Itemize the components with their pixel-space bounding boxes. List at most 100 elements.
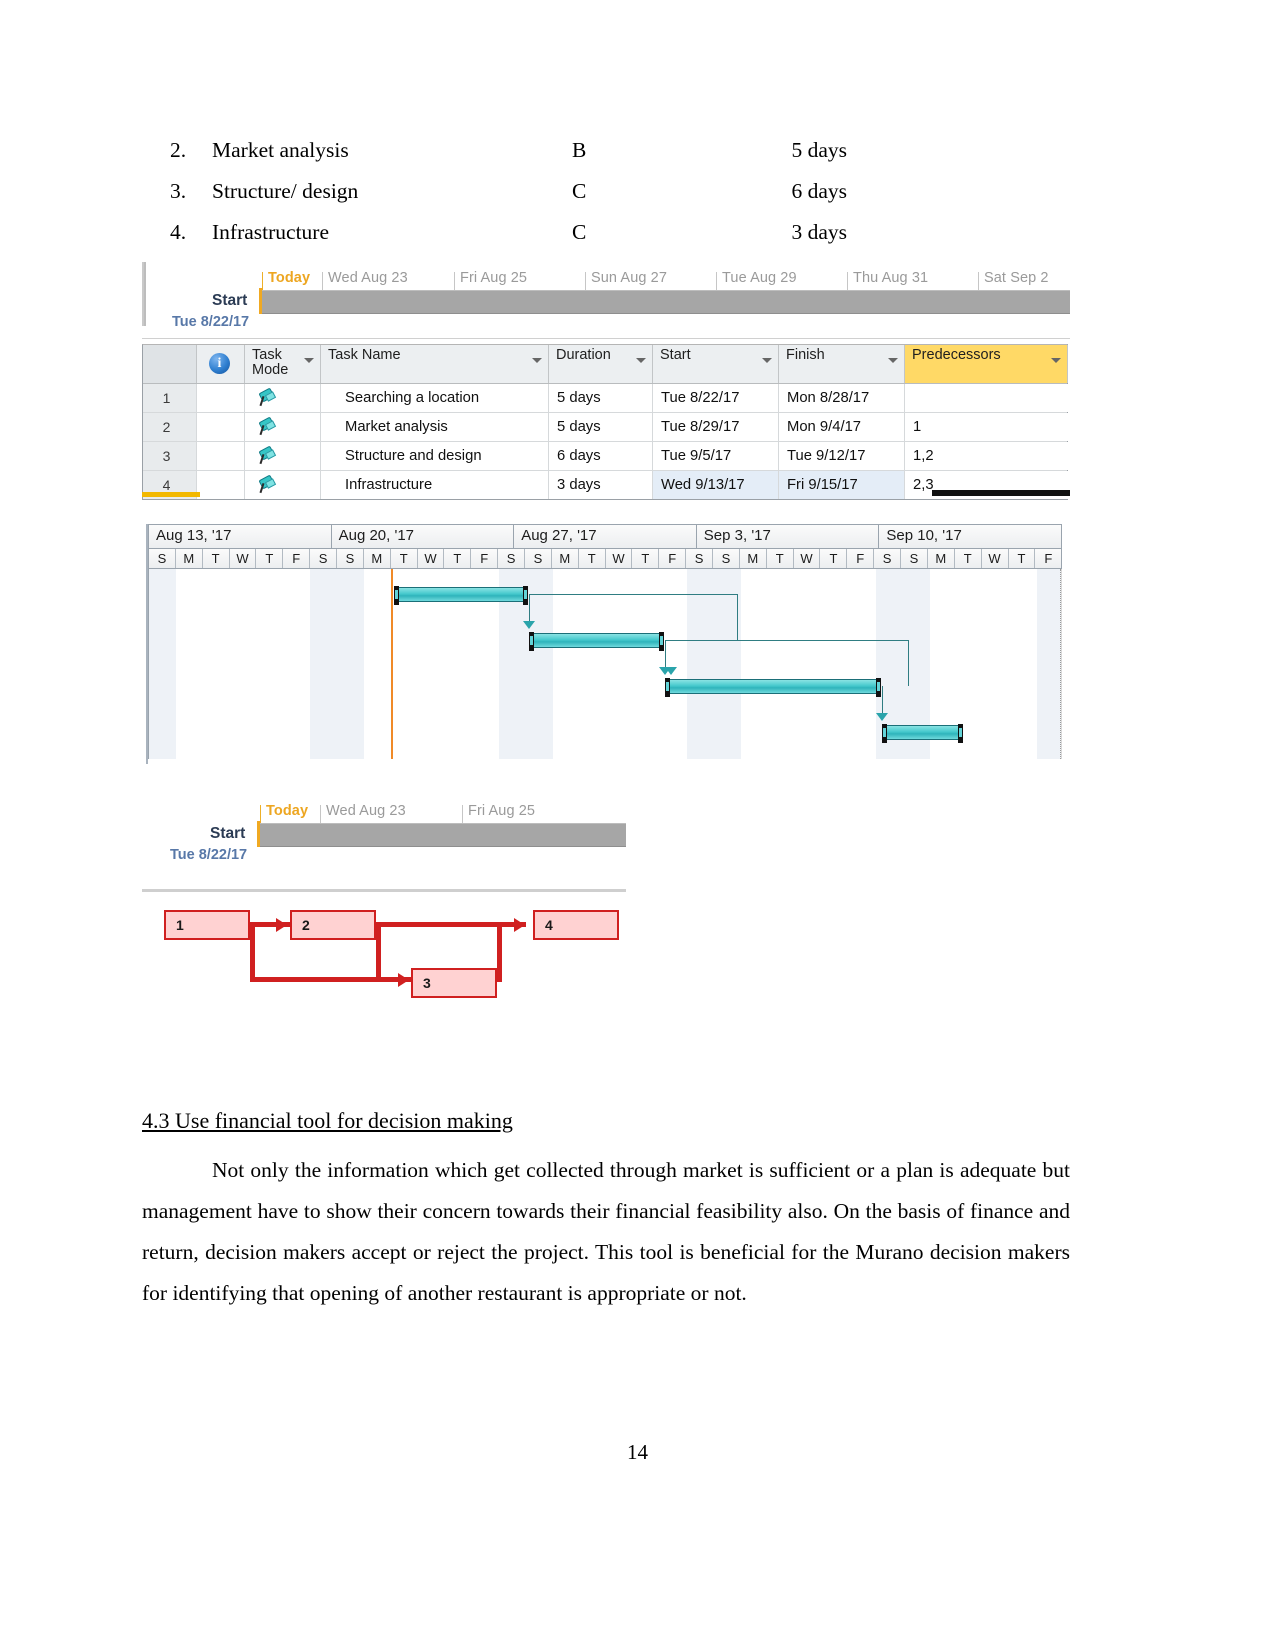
network-node-4[interactable]: 4 xyxy=(533,910,619,940)
row-finish[interactable]: Mon 9/4/17 xyxy=(779,413,905,441)
timeline-tick-today: Today xyxy=(262,270,310,290)
project-timeline-bottom: Today Wed Aug 23 Fri Aug 25 Start Tue 8/… xyxy=(142,795,626,863)
gantt-day-label: T xyxy=(632,549,660,568)
edge-2-3-vertical xyxy=(376,922,381,982)
list-item-name: Market analysis xyxy=(212,138,349,162)
list-item-predecessor: B xyxy=(572,138,587,162)
gantt-bar-task-4[interactable] xyxy=(882,724,963,743)
gantt-plot-area[interactable] xyxy=(148,569,1062,759)
section-paragraph: Not only the information which get colle… xyxy=(142,1158,1070,1305)
row-duration[interactable]: 5 days xyxy=(549,384,653,412)
column-header-task-mode[interactable]: Task Mode xyxy=(245,345,321,383)
row-indicator-cell[interactable] xyxy=(197,384,245,412)
gantt-week-label: Aug 13, '17 xyxy=(149,525,332,548)
gantt-day-label: T xyxy=(203,549,230,568)
table-row[interactable]: 3 Structure and design 6 days Tue 9/5/17… xyxy=(143,442,1068,471)
timeline-span-bar[interactable] xyxy=(260,823,626,847)
network-node-2[interactable]: 2 xyxy=(290,910,376,940)
column-header-id[interactable] xyxy=(143,345,197,383)
chevron-down-icon[interactable] xyxy=(636,358,646,363)
row-duration[interactable]: 5 days xyxy=(549,413,653,441)
row-task-mode[interactable] xyxy=(245,471,321,499)
row-task-mode[interactable] xyxy=(245,413,321,441)
list-item-predecessor: C xyxy=(572,179,587,203)
gantt-day-label: W xyxy=(794,549,821,568)
row-task-name[interactable]: Structure and design xyxy=(321,442,549,470)
row-start[interactable]: Tue 9/5/17 xyxy=(653,442,779,470)
grid-bottom-bar xyxy=(932,490,1070,496)
row-finish[interactable]: Mon 8/28/17 xyxy=(779,384,905,412)
gantt-day-label: W xyxy=(230,549,257,568)
gantt-day-label: T xyxy=(820,549,848,568)
edge-3-4-vertical xyxy=(497,922,502,982)
column-header-duration[interactable]: Duration xyxy=(549,345,653,383)
gantt-bar-task-3[interactable] xyxy=(665,678,881,697)
row-indicator-cell[interactable] xyxy=(197,442,245,470)
column-header-task-name[interactable]: Task Name xyxy=(321,345,549,383)
gantt-day-label: F xyxy=(283,549,311,568)
network-node-1[interactable]: 1 xyxy=(164,910,250,940)
table-row[interactable]: 2 Market analysis 5 days Tue 8/29/17 Mon… xyxy=(143,413,1068,442)
row-id[interactable]: 3 xyxy=(143,442,197,470)
gantt-day-label: F xyxy=(659,549,687,568)
timeline-start-row: Start xyxy=(142,821,626,847)
chevron-down-icon[interactable] xyxy=(304,358,314,363)
row-task-name[interactable]: Searching a location xyxy=(321,384,549,412)
timeline-span-bar[interactable] xyxy=(262,290,1070,314)
network-node-3[interactable]: 3 xyxy=(411,968,497,998)
row-duration[interactable]: 3 days xyxy=(549,471,653,499)
row-task-mode[interactable] xyxy=(245,442,321,470)
gantt-bar-task-1[interactable] xyxy=(394,586,528,605)
column-header-predecessors[interactable]: Predecessors xyxy=(905,345,1068,383)
row-duration[interactable]: 6 days xyxy=(549,442,653,470)
row-predecessors[interactable]: 1,2 xyxy=(905,442,1068,470)
table-row[interactable]: 1 Searching a location 5 days Tue 8/22/1… xyxy=(143,384,1068,413)
gantt-inner: Aug 13, '17 Aug 20, '17 Aug 27, '17 Sep … xyxy=(146,524,1062,764)
row-indicator-cell[interactable] xyxy=(197,413,245,441)
timeline-tick: Sat Sep 2 xyxy=(978,270,1049,292)
timeline-start-label: Start xyxy=(212,292,248,309)
column-header-finish[interactable]: Finish xyxy=(779,345,905,383)
row-finish[interactable]: Tue 9/12/17 xyxy=(779,442,905,470)
chevron-down-icon[interactable] xyxy=(532,358,542,363)
list-item: 4. Infrastructure C 3 days xyxy=(170,220,1090,261)
link-line xyxy=(665,640,908,641)
row-task-name[interactable]: Market analysis xyxy=(321,413,549,441)
timeline-tick: Thu Aug 31 xyxy=(847,270,928,292)
gantt-right-edge xyxy=(1060,569,1061,759)
column-header-label: Task Name xyxy=(328,347,401,363)
list-item-duration: 5 days xyxy=(791,138,847,162)
row-task-mode[interactable] xyxy=(245,384,321,412)
timeline-start-date: Tue 8/22/17 xyxy=(170,847,248,863)
gantt-day-label: S xyxy=(498,549,526,568)
edge-1-3-horizontal xyxy=(250,977,418,982)
column-header-start[interactable]: Start xyxy=(653,345,779,383)
row-start[interactable]: Tue 8/29/17 xyxy=(653,413,779,441)
column-header-label: Finish xyxy=(786,347,825,363)
gantt-day-label: T xyxy=(955,549,982,568)
link-line xyxy=(529,594,737,595)
row-start[interactable]: Wed 9/13/17 xyxy=(653,471,779,499)
table-row[interactable]: 4 Infrastructure 3 days Wed 9/13/17 Fri … xyxy=(143,471,1068,499)
gantt-day-label: T xyxy=(1009,549,1036,568)
link-arrow-icon xyxy=(665,667,677,675)
section-heading: 4.3 Use financial tool for decision maki… xyxy=(142,1108,513,1133)
chevron-down-icon[interactable] xyxy=(762,358,772,363)
gantt-week-label: Aug 20, '17 xyxy=(332,525,515,548)
row-id[interactable]: 2 xyxy=(143,413,197,441)
row-id[interactable]: 1 xyxy=(143,384,197,412)
gantt-day-header: S M T W T F S S M T W T F S S M T W T F xyxy=(148,548,1062,569)
row-predecessors[interactable]: 1 xyxy=(905,413,1068,441)
info-icon: i xyxy=(209,353,230,374)
column-header-indicators[interactable]: i xyxy=(197,345,245,383)
row-predecessors[interactable] xyxy=(905,384,1068,412)
row-indicator-cell[interactable] xyxy=(197,471,245,499)
list-item-number: 2. xyxy=(170,138,187,162)
row-finish[interactable]: Fri 9/15/17 xyxy=(779,471,905,499)
chevron-down-icon[interactable] xyxy=(888,358,898,363)
gantt-bar-task-2[interactable] xyxy=(529,632,664,651)
gantt-day-label: F xyxy=(847,549,875,568)
row-task-name[interactable]: Infrastructure xyxy=(321,471,549,499)
row-start[interactable]: Tue 8/22/17 xyxy=(653,384,779,412)
chevron-down-icon[interactable] xyxy=(1051,358,1061,363)
